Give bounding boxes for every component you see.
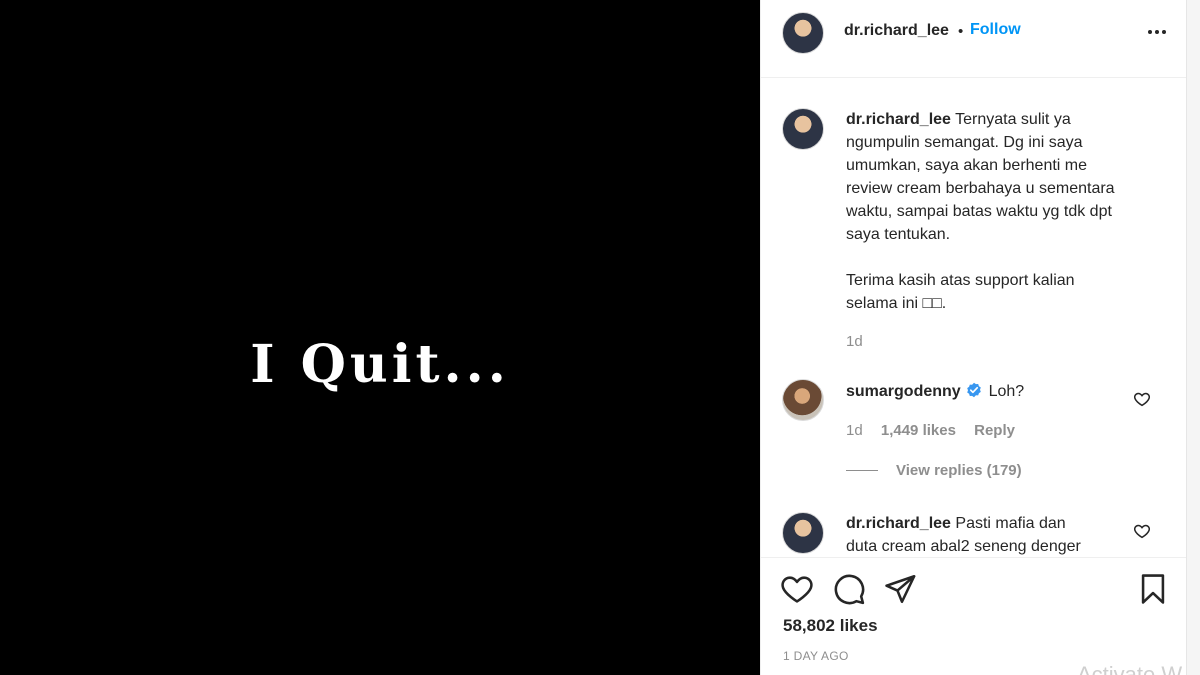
caption-avatar[interactable] [782,108,824,150]
more-options-icon[interactable] [1145,22,1169,42]
comment-2-line-2: duta cream abal2 seneng denger [846,538,1081,555]
caption-time[interactable]: 1d [846,333,863,350]
caption-line-8: Terima kasih atas support kalian [846,272,1075,289]
author-username[interactable]: dr.richard_lee [844,22,949,40]
comment-bubble-icon[interactable] [832,572,866,606]
post-actions: 58,802 likes 1 DAY AGO Activate W [761,557,1187,675]
comment-meta: 1d 1,449 likes Reply [846,422,1015,439]
comment-2-line-1: Pasti mafia dan [955,515,1066,532]
caption-line-5: waktu, sampai batas waktu yg tdk dpt [846,203,1112,220]
view-replies-label: View replies (179) [896,462,1022,479]
follow-button[interactable]: Follow [970,21,1021,39]
caption-text: dr.richard_lee Ternyata sulit ya ngumpul… [846,108,1166,315]
comment-body: Loh? [988,383,1025,400]
post-media[interactable]: I Quit... [0,0,760,675]
comment-time[interactable]: 1d [846,422,863,439]
caption-line-3: umumkan, saya akan berhenti me [846,157,1088,174]
share-send-icon[interactable] [883,572,917,606]
comment-username-2[interactable]: dr.richard_lee [846,515,951,532]
author-avatar[interactable] [782,12,824,54]
view-replies-button[interactable]: View replies (179) [846,462,1022,479]
commenter-avatar-2[interactable] [782,512,824,554]
page-scrollbar[interactable] [1186,0,1200,675]
caption-line-6: saya tentukan. [846,226,951,243]
commenter-avatar[interactable] [782,379,824,421]
post-date[interactable]: 1 DAY AGO [783,649,849,663]
comment-like-heart-icon[interactable] [1133,390,1151,408]
media-caption-text: I Quit... [250,334,510,395]
post-header: dr.richard_lee • Follow [761,0,1187,78]
comment-text-2: dr.richard_lee Pasti mafia dan duta crea… [846,512,1136,557]
caption-line-4: review cream berbahaya u sementara [846,180,1115,197]
comments-list[interactable]: dr.richard_lee Ternyata sulit ya ngumpul… [761,79,1187,557]
comment-2-like-heart-icon[interactable] [1133,522,1151,540]
caption-line-2: ngumpulin semangat. Dg ini saya [846,134,1083,151]
comment-text: sumargodenny Loh? [846,380,1126,403]
caption-username[interactable]: dr.richard_lee [846,111,951,128]
caption-line-1: Ternyata sulit ya [955,111,1071,128]
comment-reply-button[interactable]: Reply [974,422,1015,439]
separator-dot: • [958,23,964,40]
like-heart-icon[interactable] [780,572,814,606]
activate-windows-watermark: Activate W [1077,662,1183,675]
verified-badge-icon [967,382,981,398]
comment-username[interactable]: sumargodenny [846,383,961,400]
comment-likes-count[interactable]: 1,449 likes [881,422,956,439]
save-bookmark-icon[interactable] [1136,572,1170,606]
likes-count[interactable]: 58,802 likes [783,616,878,636]
post-side-panel: dr.richard_lee • Follow dr.richard_lee T… [760,0,1187,675]
replies-divider-line [846,470,878,471]
caption-line-9: selama ini □□. [846,295,947,312]
